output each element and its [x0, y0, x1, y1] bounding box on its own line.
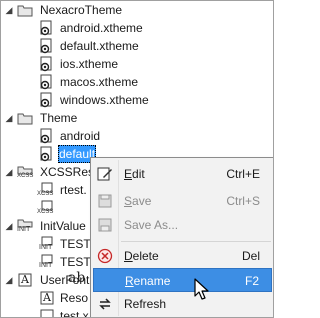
mnemonic-letter: D [124, 249, 133, 263]
tree-node-label: NexacroTheme [40, 3, 123, 17]
tree-leaf-label: ios.xtheme [60, 57, 119, 71]
theme-file-icon [40, 56, 52, 72]
xcss-badge: XCSS [37, 191, 54, 197]
save-icon [98, 194, 112, 208]
menu-item-save-as[interactable]: Save As... [93, 213, 272, 237]
menu-item-shortcut: Ctrl+S [226, 194, 260, 208]
font-file-icon [40, 309, 54, 317]
mnemonic-letter: S [124, 194, 133, 208]
mnemonic-letter: R [125, 274, 134, 288]
folder-icon [17, 5, 33, 17]
project-tree-panel: ◢ NexacroTheme android.xtheme default.xt… [0, 0, 274, 318]
edit-icon [97, 167, 112, 181]
menu-item-label: Save [124, 189, 151, 213]
menu-item-label: Save As... [124, 218, 179, 232]
xcss-badge: XCSS [37, 209, 54, 215]
tree-node-nexacro-theme[interactable]: ◢ NexacroTheme [1, 1, 273, 19]
tree-leaf-label: Reso [60, 291, 89, 305]
collapse-arrow-icon[interactable]: ◢ [4, 163, 14, 181]
collapse-arrow-icon[interactable]: ◢ [4, 271, 14, 289]
menu-separator [121, 241, 271, 242]
tree-leaf-theme-file[interactable]: macos.xtheme [1, 73, 273, 91]
menu-item-edit[interactable]: Edit Ctrl+E [93, 162, 272, 186]
menu-item-save[interactable]: Save Ctrl+S [93, 189, 272, 213]
menu-item-shortcut: Ctrl+E [226, 167, 260, 181]
menu-item-label: Delete [124, 244, 159, 268]
menu-label-rest: ave [132, 194, 152, 208]
tree-node-label: XCSSRes [40, 165, 95, 179]
refresh-icon [99, 298, 111, 310]
menu-item-shortcut: F2 [244, 274, 259, 288]
tree-leaf-label: default.xtheme [60, 39, 139, 53]
theme-file-icon [40, 20, 52, 36]
menu-label-rest: ename [133, 274, 171, 288]
theme-file-icon [40, 92, 52, 108]
menu-label-rest: dit [132, 167, 145, 181]
theme-file-icon [40, 128, 52, 144]
theme-file-icon [40, 38, 52, 54]
mnemonic-letter: E [124, 167, 133, 181]
tree-leaf-theme[interactable]: android [1, 127, 273, 145]
menu-item-label: Rename [125, 269, 170, 293]
collapse-arrow-icon[interactable]: ◢ [4, 217, 14, 235]
context-menu: Edit Ctrl+E Save Ctrl+S Save As... Delet… [68, 157, 273, 317]
tree-leaf-theme-file[interactable]: android.xtheme [1, 19, 273, 37]
theme-file-icon [40, 146, 52, 162]
init-badge: INIT [17, 226, 31, 233]
tree-node-label: Theme [40, 111, 78, 125]
tree-leaf-label: TEST [60, 237, 91, 251]
menu-item-refresh[interactable]: Refresh [93, 292, 272, 316]
menu-label-rest: elete [132, 249, 159, 263]
menu-item-delete[interactable]: Delete Del [93, 244, 272, 268]
tree-node-label: InitValue [40, 219, 86, 233]
menu-item-rename[interactable]: ab Rename F2 [68, 268, 272, 293]
font-badge: A [43, 291, 51, 304]
xcss-badge: XCSS [17, 173, 34, 179]
tree-leaf-theme-file[interactable]: default.xtheme [1, 37, 273, 55]
collapse-arrow-icon[interactable]: ◢ [4, 109, 14, 127]
font-badge: A [21, 273, 29, 286]
tree-leaf-theme-file[interactable]: ios.xtheme [1, 55, 273, 73]
menu-item-label: Refresh [124, 297, 167, 311]
collapse-arrow-icon[interactable]: ◢ [4, 1, 14, 19]
tree-leaf-label: test.x [60, 309, 89, 318]
tree-leaf-theme-file[interactable]: windows.xtheme [1, 91, 273, 109]
folder-icon [17, 113, 33, 125]
delete-icon [97, 248, 113, 264]
mouse-cursor-icon [194, 278, 209, 300]
init-badge: INIT [39, 244, 53, 251]
tree-leaf-label: rtest. [60, 183, 87, 197]
tree-leaf-label: windows.xtheme [60, 93, 149, 107]
save-as-icon [98, 218, 112, 232]
tree-node-theme[interactable]: ◢ Theme [1, 109, 273, 127]
init-badge: INIT [39, 262, 53, 269]
menu-item-label: Edit [124, 162, 145, 186]
tree-leaf-label: android [60, 129, 101, 143]
rename-icon: ab [68, 270, 86, 286]
tree-leaf-label: android.xtheme [60, 21, 143, 35]
tree-leaf-label: macos.xtheme [60, 75, 139, 89]
theme-file-icon [40, 74, 52, 90]
menu-item-shortcut: Del [241, 249, 260, 263]
